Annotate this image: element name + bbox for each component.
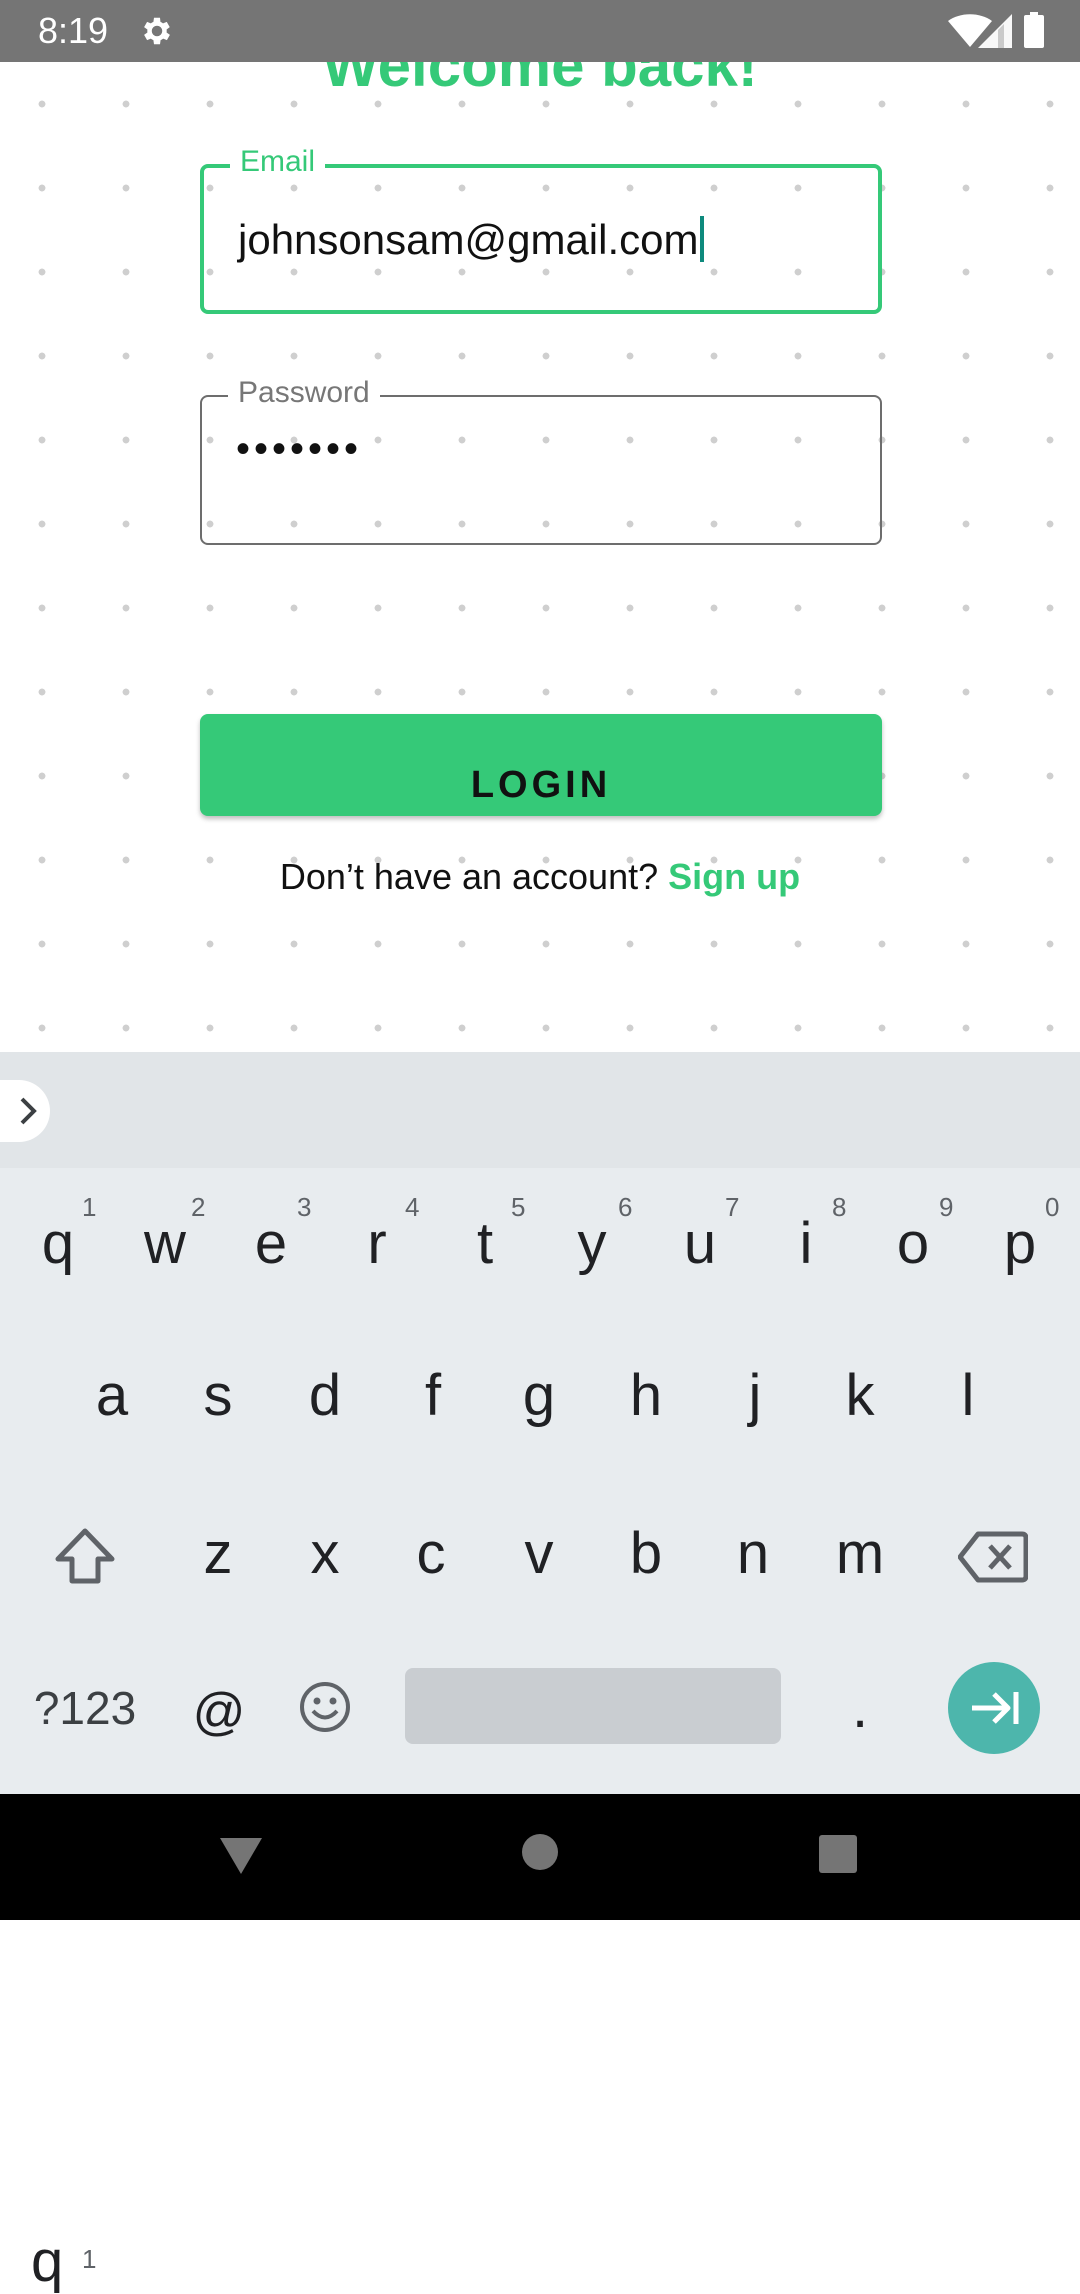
password-input[interactable]: ••••••• <box>236 427 362 472</box>
system-nav-bar <box>0 1794 1080 1920</box>
password-label: Password <box>228 375 380 411</box>
suggestion-bar <box>0 1052 1080 1168</box>
email-label: Email <box>230 144 326 180</box>
key-n[interactable]: n <box>733 1522 773 1586</box>
key-g[interactable]: g <box>519 1364 559 1428</box>
key-hint-8: 8 <box>832 1192 847 1222</box>
signup-row: Don’t have an account? Sign up <box>0 855 1080 899</box>
key-hint-5: 5 <box>511 1192 526 1222</box>
key-i[interactable]: i <box>796 1212 816 1276</box>
login-button-label: LOGIN <box>470 764 612 806</box>
at-key[interactable]: @ <box>192 1680 246 1744</box>
period-key[interactable]: . <box>846 1676 874 1740</box>
signal-icon <box>978 14 1012 48</box>
key-y[interactable]: y <box>572 1212 612 1276</box>
key-q[interactable]: q <box>38 1212 78 1276</box>
text-cursor <box>700 216 705 262</box>
key-hint-0: 0 <box>1045 1192 1060 1222</box>
key-f[interactable]: f <box>418 1364 448 1428</box>
next-button[interactable] <box>948 1662 1040 1754</box>
key-w[interactable]: w <box>137 1212 193 1276</box>
key-a[interactable]: a <box>92 1364 132 1428</box>
page-title: Welcome back! <box>322 62 758 99</box>
symbols-key[interactable]: ?123 <box>30 1676 140 1740</box>
key-o[interactable]: o <box>893 1212 933 1276</box>
key-x[interactable]: x <box>305 1522 345 1586</box>
key-t[interactable]: t <box>470 1212 500 1276</box>
key-r[interactable]: r <box>362 1212 392 1276</box>
key-b[interactable]: b <box>626 1522 666 1586</box>
battery-icon <box>1024 12 1044 48</box>
signup-link[interactable]: Sign up <box>668 856 800 897</box>
space-bar[interactable] <box>405 1668 781 1744</box>
home-icon[interactable] <box>520 1832 560 1872</box>
shift-icon[interactable] <box>54 1527 116 1585</box>
key-v[interactable]: v <box>519 1522 559 1586</box>
status-time: 8:19 <box>38 10 109 51</box>
recents-icon[interactable] <box>818 1834 858 1874</box>
email-field[interactable]: Email johnsonsam@gmail.com <box>200 144 882 314</box>
key-z[interactable]: z <box>198 1522 238 1586</box>
key-e[interactable]: e <box>251 1212 291 1276</box>
key-hint-9: 9 <box>939 1192 954 1222</box>
emoji-icon[interactable] <box>298 1680 352 1734</box>
key-q[interactable]: q <box>31 2230 63 2294</box>
email-input[interactable]: johnsonsam@gmail.com <box>238 214 705 266</box>
chevron-right-icon <box>20 1097 37 1125</box>
key-l[interactable]: l <box>958 1364 978 1428</box>
tab-arrow-icon <box>972 1692 1019 1724</box>
key-u[interactable]: u <box>680 1212 720 1276</box>
key-k[interactable]: k <box>840 1364 880 1428</box>
key-c[interactable]: c <box>411 1522 451 1586</box>
login-screen: Welcome back! Email johnsonsam@gmail.com… <box>0 62 1080 1052</box>
signup-prompt: Don’t have an account? <box>279 856 659 897</box>
backspace-icon[interactable] <box>958 1530 1028 1584</box>
settings-gear-icon <box>144 17 170 45</box>
key-p[interactable]: p <box>1000 1212 1040 1276</box>
key-h[interactable]: h <box>626 1364 666 1428</box>
password-field[interactable]: Password ••••••• <box>200 375 882 545</box>
back-icon[interactable] <box>218 1834 264 1878</box>
status-bar: 8:19 <box>0 0 1080 62</box>
login-button[interactable]: LOGIN <box>200 714 882 816</box>
key-hint-3: 3 <box>297 1192 312 1222</box>
key-hint-1: 1 <box>82 1192 97 1222</box>
key-d[interactable]: d <box>305 1364 345 1428</box>
key-hint-6: 6 <box>618 1192 633 1222</box>
key-hint-2: 2 <box>191 1192 206 1222</box>
key-hint-4: 4 <box>405 1192 420 1222</box>
email-value: johnsonsam@gmail.com <box>238 216 699 263</box>
key-s[interactable]: s <box>198 1364 238 1428</box>
key-m[interactable]: m <box>829 1522 891 1586</box>
key-hint-1: 1 <box>82 2244 97 2274</box>
key-j[interactable]: j <box>745 1364 765 1428</box>
key-hint-7: 7 <box>725 1192 740 1222</box>
